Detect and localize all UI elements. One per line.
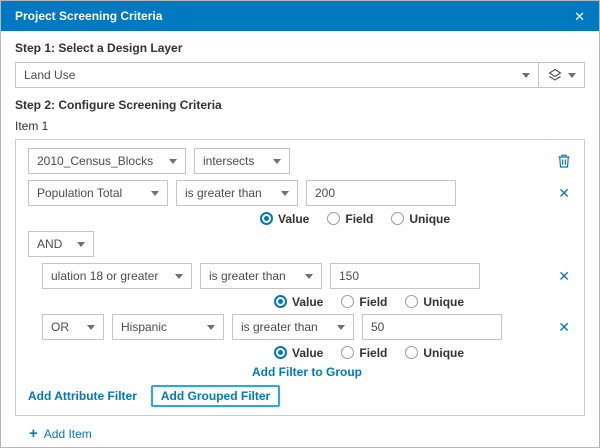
chevron-down-icon	[522, 72, 530, 78]
filter3-field-value: Hispanic	[121, 320, 168, 334]
dialog-header: Project Screening Criteria ✕	[1, 1, 599, 31]
chevron-down-icon	[337, 324, 345, 330]
filter3-operator-select[interactable]: is greater than	[232, 314, 354, 340]
plus-icon: +	[29, 425, 38, 442]
spatial-filter-row: 2010_Census_Blocks intersects	[28, 148, 572, 174]
radio-label: Unique	[423, 294, 465, 309]
radio-label: Value	[292, 294, 324, 309]
chevron-down-icon	[207, 324, 215, 330]
radio-selected-icon	[260, 212, 273, 225]
add-filter-to-group-link[interactable]: Add Filter to Group	[252, 365, 362, 379]
radio-option-unique[interactable]: Unique	[391, 212, 450, 226]
add-item-link[interactable]: Add Item	[44, 427, 92, 441]
logic-operator-value: AND	[37, 237, 63, 251]
attribute-filter-row-2: ulation 18 or greater is greater than ✕	[42, 263, 572, 289]
design-layer-select[interactable]: Land Use	[15, 62, 539, 88]
filter2-operator-select[interactable]: is greater than	[200, 263, 322, 289]
layers-icon	[547, 68, 562, 82]
filter3-mode-radios: Value Field Unique	[274, 346, 572, 360]
filter-group: ulation 18 or greater is greater than ✕ …	[42, 263, 572, 379]
filter3-logic-select[interactable]: OR	[42, 314, 104, 340]
dialog-title: Project Screening Criteria	[15, 9, 163, 23]
chevron-down-icon	[77, 241, 85, 247]
logic-operator-select[interactable]: AND	[28, 231, 94, 257]
radio-unselected-icon	[341, 346, 355, 359]
chevron-down-icon	[87, 324, 95, 330]
radio-option-field[interactable]: Field	[341, 346, 387, 360]
radio-option-field[interactable]: Field	[341, 295, 387, 309]
chevron-down-icon	[169, 158, 177, 164]
remove-filter2-icon[interactable]: ✕	[556, 267, 572, 285]
radio-label: Field	[359, 345, 388, 360]
project-screening-criteria-dialog: Project Screening Criteria ✕ Step 1: Sel…	[0, 0, 600, 448]
spatial-operator-select[interactable]: intersects	[194, 148, 290, 174]
radio-selected-icon	[274, 295, 287, 308]
filter1-mode-radios: Value Field Unique	[260, 212, 572, 226]
filter3-logic-value: OR	[51, 320, 69, 334]
delete-item-button[interactable]	[556, 153, 572, 169]
spatial-operator-value: intersects	[203, 154, 255, 168]
radio-unselected-icon	[341, 295, 355, 308]
filter3-operator-value: is greater than	[241, 320, 318, 334]
step2-label: Step 2: Configure Screening Criteria	[15, 98, 222, 112]
chevron-down-icon	[151, 190, 159, 196]
attribute-filter-row-1: Population Total is greater than ✕	[28, 180, 572, 206]
browse-layers-button[interactable]	[539, 62, 585, 88]
criteria-layer-value: 2010_Census_Blocks	[37, 154, 154, 168]
radio-option-value[interactable]: Value	[274, 295, 323, 309]
radio-option-value[interactable]: Value	[274, 346, 323, 360]
chevron-down-icon	[567, 72, 576, 78]
radio-label: Field	[359, 294, 388, 309]
radio-unselected-icon	[405, 295, 419, 308]
remove-filter3-icon[interactable]: ✕	[556, 318, 572, 336]
chevron-down-icon	[175, 273, 183, 279]
radio-label: Unique	[409, 211, 451, 226]
add-attribute-filter-link[interactable]: Add Attribute Filter	[28, 389, 137, 403]
radio-unselected-icon	[405, 346, 419, 359]
radio-selected-icon	[274, 346, 287, 359]
criteria-layer-select[interactable]: 2010_Census_Blocks	[28, 148, 186, 174]
radio-option-field[interactable]: Field	[327, 212, 373, 226]
radio-label: Field	[345, 211, 374, 226]
filter2-field-select[interactable]: ulation 18 or greater	[42, 263, 192, 289]
logic-operator-row: AND	[28, 231, 572, 257]
add-grouped-filter-link[interactable]: Add Grouped Filter	[161, 389, 270, 403]
remove-filter1-icon[interactable]: ✕	[556, 184, 572, 202]
chevron-down-icon	[281, 190, 289, 196]
radio-unselected-icon	[327, 212, 341, 225]
filter1-operator-value: is greater than	[185, 186, 262, 200]
add-item-row: + Add Item	[29, 426, 585, 441]
filter-links-row: Add Attribute Filter Add Grouped Filter	[28, 385, 572, 407]
filter1-operator-select[interactable]: is greater than	[176, 180, 298, 206]
design-layer-value: Land Use	[24, 68, 76, 82]
step1-label: Step 1: Select a Design Layer	[15, 41, 183, 55]
design-layer-row: Land Use	[15, 62, 585, 88]
radio-option-unique[interactable]: Unique	[405, 346, 464, 360]
filter2-operator-value: is greater than	[209, 269, 286, 283]
radio-option-unique[interactable]: Unique	[405, 295, 464, 309]
dialog-body: Step 1: Select a Design Layer Land Use S…	[1, 31, 599, 447]
chevron-down-icon	[305, 273, 313, 279]
close-icon[interactable]: ✕	[574, 10, 585, 23]
attribute-filter-row-3: OR Hispanic is greater than ✕	[42, 314, 572, 340]
filter3-value-input[interactable]	[362, 314, 502, 340]
radio-label: Value	[292, 345, 324, 360]
radio-option-value[interactable]: Value	[260, 212, 309, 226]
screening-item-panel: 2010_Census_Blocks intersects Population…	[15, 139, 585, 416]
trash-icon	[558, 154, 570, 168]
filter2-value-input[interactable]	[330, 263, 480, 289]
filter1-field-value: Population Total	[37, 186, 123, 200]
grouped-filter-highlight: Add Grouped Filter	[150, 385, 281, 407]
filter1-value-input[interactable]	[306, 180, 456, 206]
filter1-field-select[interactable]: Population Total	[28, 180, 168, 206]
filter2-field-value: ulation 18 or greater	[51, 269, 159, 283]
chevron-down-icon	[273, 158, 281, 164]
filter2-mode-radios: Value Field Unique	[274, 295, 572, 309]
radio-label: Value	[278, 211, 310, 226]
radio-unselected-icon	[391, 212, 405, 225]
filter3-field-select[interactable]: Hispanic	[112, 314, 224, 340]
item-label: Item 1	[15, 119, 49, 133]
add-filter-to-group-row: Add Filter to Group	[42, 365, 572, 379]
radio-label: Unique	[423, 345, 465, 360]
